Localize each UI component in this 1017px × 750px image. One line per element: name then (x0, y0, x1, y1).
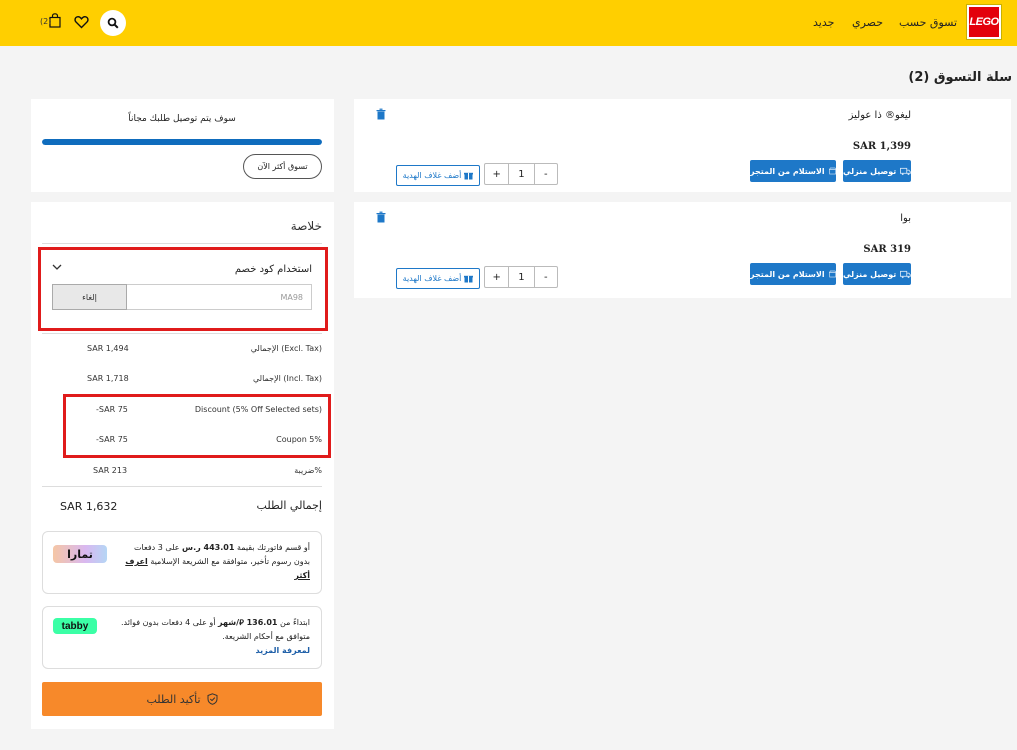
discount-label: Discount (5% Off Selected sets) (194, 405, 322, 414)
subtotal-excl-tax-value: SAR 1,494 (87, 344, 129, 353)
truck-icon (900, 270, 911, 278)
qty-value[interactable]: 1 (508, 164, 533, 184)
confirm-order-button[interactable]: تأكيد الطلب (42, 682, 322, 716)
coupon-discount-label: Coupon 5% (276, 435, 322, 444)
shipping-progress-fill (42, 139, 322, 145)
logo-text: LEGO (969, 16, 999, 28)
home-delivery-button[interactable]: توصيل منزلي (843, 263, 911, 285)
store-pickup-button[interactable]: الاستلام من المتجر (750, 160, 836, 182)
coupon-toggle-label[interactable]: استخدام كود خصم (200, 264, 312, 275)
home-delivery-button[interactable]: توصيل منزلي (843, 160, 911, 182)
discount-highlight-box (63, 394, 331, 458)
discount-value: -SAR 75 (96, 405, 128, 414)
subtotal-incl-tax-label: الإجمالي (Incl. Tax) (252, 374, 322, 383)
gift-wrap-label: أضف غلاف الهدية (402, 171, 462, 180)
order-total-value: SAR 1,632 (60, 500, 118, 513)
tamara-line1-post: على 3 دفعات (134, 543, 180, 552)
product-name[interactable]: بوا (900, 213, 911, 224)
divider (42, 333, 322, 334)
subtotal-excl-tax-label: الإجمالي (Excl. Tax) (250, 344, 322, 353)
shield-check-icon (207, 693, 218, 705)
tamara-line2: بدون رسوم تأخير، متوافقة مع الشريعة الإس… (150, 557, 310, 566)
tabby-line1-pre: ابتداءً من (280, 618, 310, 627)
add-gift-wrap-button[interactable]: أضف غلاف الهدية (396, 268, 480, 289)
truck-icon (900, 167, 911, 175)
tabby-line2: متوافق مع أحكام الشريعة. (222, 632, 310, 641)
tabby-amount: 136.01 ⃁/شهر (218, 618, 278, 627)
gift-icon (464, 172, 474, 180)
tabby-text: ابتداءً من 136.01 ⃁/شهر أو على 4 دفعات ب… (102, 616, 310, 658)
search-icon (107, 17, 119, 29)
add-gift-wrap-button[interactable]: أضف غلاف الهدية (396, 165, 480, 186)
tamara-logo: تمارا (53, 545, 107, 563)
product-price: SAR 1,399 (852, 141, 911, 152)
tabby-logo: tabby (53, 618, 97, 634)
chevron-down-icon[interactable] (52, 263, 62, 271)
tamara-text: أو قسم فاتورتك بقيمة 443.01 ر.س على 3 دف… (112, 541, 310, 583)
search-button[interactable] (100, 10, 126, 36)
summary-title: خلاصة (290, 219, 322, 233)
qty-minus-button[interactable]: - (533, 267, 557, 287)
confirm-order-label: تأكيد الطلب (146, 692, 201, 706)
divider (42, 486, 322, 487)
coupon-code-input[interactable] (127, 284, 312, 310)
gift-wrap-label: أضف غلاف الهدية (402, 274, 462, 283)
coupon-cancel-button[interactable]: إلغاء (52, 284, 127, 310)
store-icon (828, 167, 836, 175)
bag-count: (2) (40, 17, 52, 26)
store-pickup-label: الاستلام من المتجر (750, 269, 825, 279)
free-shipping-text: سوف يتم توصيل طلبك مجاناً (128, 114, 236, 124)
home-delivery-label: توصيل منزلي (843, 269, 897, 279)
tamara-line1-pre: أو قسم فاتورتك بقيمة (236, 543, 310, 552)
wishlist-heart-icon[interactable] (74, 15, 89, 29)
qty-plus-button[interactable]: + (485, 164, 508, 184)
coupon-discount-value: -SAR 75 (96, 435, 128, 444)
quantity-stepper: + 1 - (484, 163, 558, 185)
nav-shop-by[interactable]: تسوق حسب (899, 16, 957, 29)
store-icon (828, 270, 836, 278)
subtotal-incl-tax-value: SAR 1,718 (87, 374, 129, 383)
divider (42, 243, 322, 244)
page-title: سلة التسوق (2) (908, 70, 1012, 85)
tax-value: SAR 213 (93, 466, 128, 475)
qty-minus-button[interactable]: - (533, 164, 557, 184)
tamara-amount: 443.01 ر.س (182, 543, 235, 552)
qty-plus-button[interactable]: + (485, 267, 508, 287)
order-total-label: إجمالي الطلب (256, 499, 322, 512)
lego-logo[interactable]: LEGO (967, 5, 1001, 39)
home-delivery-label: توصيل منزلي (843, 166, 897, 176)
tabby-line1-post: أو على 4 دفعات بدون فوائد. (120, 618, 216, 627)
tax-label: ضريبة% (294, 466, 322, 475)
gift-icon (464, 275, 474, 283)
store-pickup-button[interactable]: الاستلام من المتجر (750, 263, 836, 285)
delete-trash-icon[interactable] (375, 211, 387, 223)
product-name[interactable]: ليغو® ذا عوليز (849, 110, 911, 121)
qty-value[interactable]: 1 (508, 267, 533, 287)
shipping-progress-bar (42, 139, 322, 145)
nav-exclusive[interactable]: حصري (852, 16, 883, 29)
nav-new[interactable]: جديد (813, 16, 834, 29)
shop-more-button[interactable]: تسوق أكثر الآن (243, 154, 322, 179)
tabby-learn-more-link[interactable]: لمعرفة المزيد (256, 646, 310, 655)
delete-trash-icon[interactable] (375, 108, 387, 120)
product-price: SAR 319 (863, 244, 911, 255)
quantity-stepper: + 1 - (484, 266, 558, 288)
store-pickup-label: الاستلام من المتجر (750, 166, 825, 176)
